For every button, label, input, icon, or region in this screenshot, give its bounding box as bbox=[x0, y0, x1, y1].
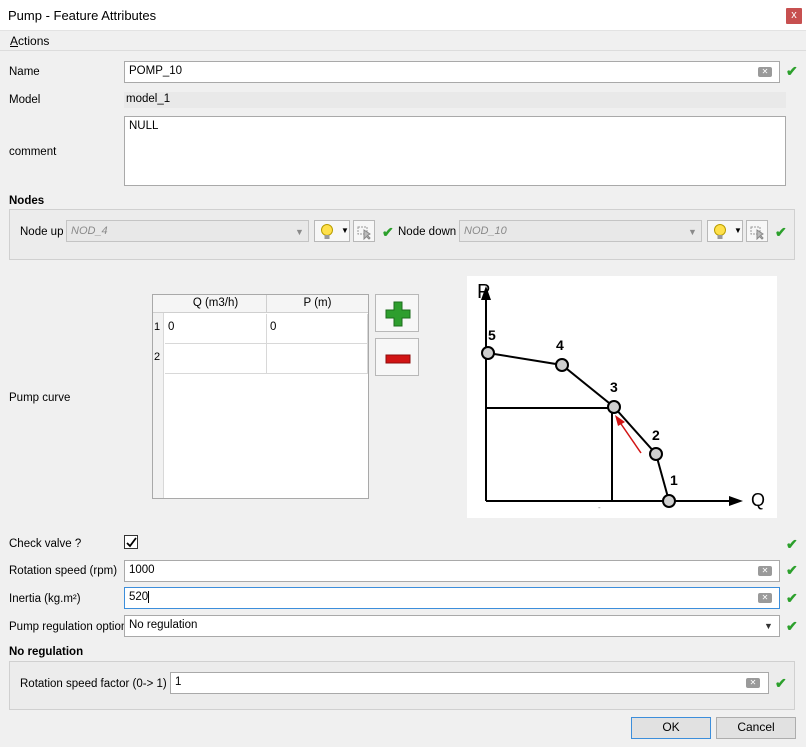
rotation-speed-label: Rotation speed (rpm) bbox=[9, 565, 118, 577]
node-up-label: Node up bbox=[20, 226, 64, 238]
no-regulation-section-title: No regulation bbox=[9, 646, 84, 658]
lightbulb-icon bbox=[319, 223, 335, 244]
menu-actions-mnemonic: A bbox=[10, 34, 19, 48]
map-select-cursor-icon bbox=[750, 224, 766, 243]
column-header-q[interactable]: Q (m3/h) bbox=[165, 297, 266, 309]
node-up-menu-chevron-icon[interactable]: ▼ bbox=[341, 226, 349, 235]
speed-factor-valid-check-icon: ✔ bbox=[775, 675, 787, 691]
diagram-axis-p-label: P bbox=[477, 281, 491, 303]
inertia-field[interactable]: 520 bbox=[124, 587, 780, 609]
comment-textarea[interactable]: NULL bbox=[124, 116, 786, 186]
remove-row-button[interactable] bbox=[375, 338, 419, 376]
inertia-value: 520 bbox=[129, 591, 149, 604]
node-down-value: NOD_10 bbox=[464, 225, 507, 237]
diagram-point-marker bbox=[649, 447, 663, 461]
model-value: model_1 bbox=[124, 92, 786, 108]
name-label: Name bbox=[9, 66, 40, 78]
table-cell-q-1[interactable]: 0 bbox=[165, 314, 267, 344]
row-index-1: 1 bbox=[154, 321, 161, 333]
node-up-combo[interactable]: NOD_4 bbox=[66, 220, 309, 242]
text-cursor bbox=[148, 591, 150, 603]
regulation-label: Pump regulation option bbox=[9, 621, 128, 633]
pump-curve-diagram: P Q - 1 2 3 4 5 bbox=[467, 276, 777, 518]
inertia-label: Inertia (kg.m²) bbox=[9, 593, 81, 605]
ok-button[interactable]: OK bbox=[631, 717, 711, 739]
node-down-valid-check-icon: ✔ bbox=[775, 224, 787, 240]
node-up-identify-button[interactable]: ▼ bbox=[314, 220, 350, 242]
menu-actions[interactable]: Actions bbox=[10, 34, 49, 48]
node-down-chevron-down-icon: ▼ bbox=[688, 227, 697, 237]
column-header-p[interactable]: P (m) bbox=[267, 297, 368, 309]
speed-factor-field[interactable]: 1 bbox=[170, 672, 769, 694]
minus-icon bbox=[385, 353, 411, 367]
speed-factor-value: 1 bbox=[175, 676, 182, 688]
diagram-point-marker bbox=[481, 346, 495, 360]
regulation-chevron-down-icon[interactable]: ▼ bbox=[764, 621, 773, 631]
name-value: POMP_10 bbox=[129, 65, 183, 77]
regulation-select[interactable]: No regulation bbox=[124, 615, 780, 637]
checkmark-icon bbox=[126, 537, 137, 548]
cell-value: 0 bbox=[270, 321, 277, 333]
diagram-point-label: 2 bbox=[652, 427, 660, 443]
plus-icon bbox=[385, 301, 411, 330]
pump-curve-label: Pump curve bbox=[9, 392, 71, 404]
node-down-menu-chevron-icon[interactable]: ▼ bbox=[734, 226, 742, 235]
lightbulb-icon bbox=[712, 223, 728, 244]
row-index-2: 2 bbox=[154, 351, 161, 363]
node-up-valid-check-icon: ✔ bbox=[382, 224, 394, 240]
check-valve-valid-check-icon: ✔ bbox=[786, 536, 798, 552]
diagram-dash: - bbox=[598, 503, 601, 512]
node-down-identify-button[interactable]: ▼ bbox=[707, 220, 743, 242]
comment-value: NULL bbox=[129, 120, 159, 132]
node-down-combo[interactable]: NOD_10 bbox=[459, 220, 702, 242]
window-title: Pump - Feature Attributes bbox=[8, 8, 157, 23]
check-valve-checkbox[interactable] bbox=[124, 535, 138, 549]
menu-bar bbox=[0, 31, 806, 51]
regulation-valid-check-icon: ✔ bbox=[786, 618, 798, 634]
diagram-point-label: 3 bbox=[610, 379, 618, 395]
diagram-point-label: 4 bbox=[556, 337, 564, 353]
diagram-point-label: 1 bbox=[670, 472, 678, 488]
table-cell-p-1[interactable]: 0 bbox=[267, 314, 368, 344]
pump-curve-diagram-svg bbox=[481, 286, 743, 506]
node-up-chevron-down-icon: ▼ bbox=[295, 227, 304, 237]
speed-factor-clear-icon[interactable]: ✕ bbox=[746, 678, 760, 688]
name-valid-check-icon: ✔ bbox=[786, 63, 798, 79]
diagram-point-marker bbox=[555, 358, 569, 372]
title-bar: Pump - Feature Attributes x bbox=[0, 0, 806, 31]
inertia-clear-icon[interactable]: ✕ bbox=[758, 593, 772, 603]
diagram-point-label: 5 bbox=[488, 327, 496, 343]
name-field[interactable]: POMP_10 bbox=[124, 61, 780, 83]
diagram-axis-q-label: Q bbox=[751, 490, 766, 510]
menu-actions-label: ctions bbox=[18, 34, 50, 48]
diagram-point-marker bbox=[607, 400, 621, 414]
check-valve-label: Check valve ? bbox=[9, 538, 82, 550]
inertia-valid-check-icon: ✔ bbox=[786, 590, 798, 606]
speed-factor-label: Rotation speed factor (0-> 1) bbox=[20, 678, 167, 690]
rotation-speed-field[interactable]: 1000 bbox=[124, 560, 780, 582]
nodes-section-title: Nodes bbox=[9, 195, 45, 207]
close-button[interactable]: x bbox=[786, 8, 802, 24]
table-cell-p-2[interactable] bbox=[267, 344, 368, 374]
map-select-cursor-icon bbox=[357, 224, 373, 243]
rotation-speed-valid-check-icon: ✔ bbox=[786, 562, 798, 578]
node-up-value: NOD_4 bbox=[71, 225, 108, 237]
table-cell-q-2[interactable] bbox=[165, 344, 267, 374]
cancel-button[interactable]: Cancel bbox=[716, 717, 796, 739]
name-clear-icon[interactable]: ✕ bbox=[758, 67, 772, 77]
comment-label: comment bbox=[9, 146, 57, 158]
cell-value: 0 bbox=[168, 321, 175, 333]
rotation-speed-clear-icon[interactable]: ✕ bbox=[758, 566, 772, 576]
regulation-value: No regulation bbox=[129, 619, 198, 631]
model-label: Model bbox=[9, 94, 41, 106]
node-down-label: Node down bbox=[398, 226, 457, 238]
rotation-speed-value: 1000 bbox=[129, 564, 155, 576]
add-row-button[interactable] bbox=[375, 294, 419, 332]
pump-curve-table[interactable]: Q (m3/h) P (m) 1 0 0 2 bbox=[152, 294, 369, 499]
diagram-point-marker bbox=[662, 494, 676, 508]
node-down-select-map-button[interactable] bbox=[746, 220, 768, 242]
node-up-select-map-button[interactable] bbox=[353, 220, 375, 242]
